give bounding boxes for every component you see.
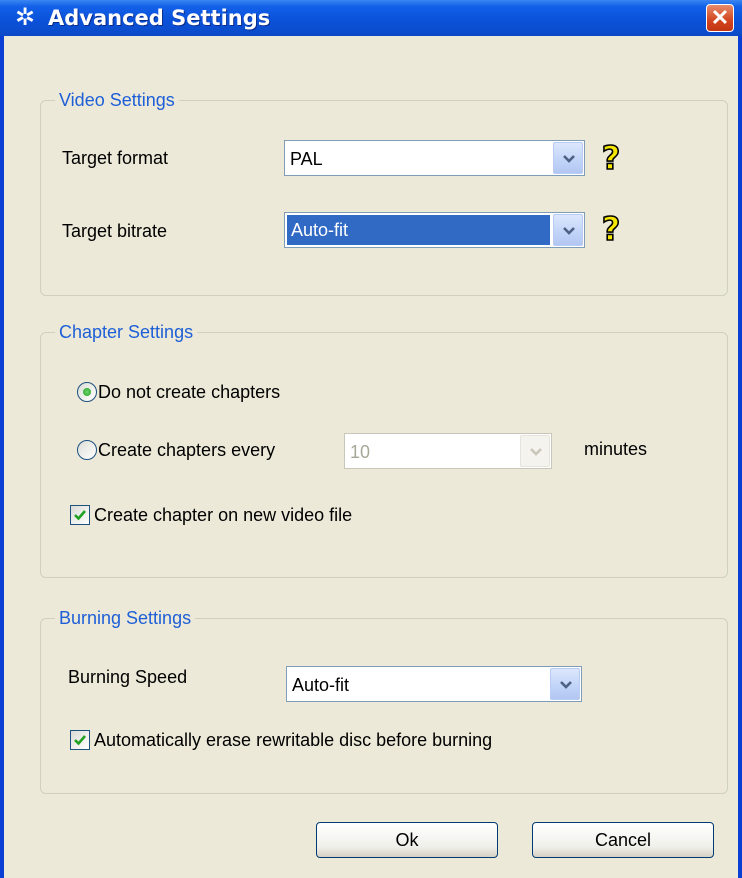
chapters-every-radio[interactable] [77, 440, 97, 460]
auto-erase-checkbox[interactable] [70, 730, 90, 750]
chevron-down-icon [563, 227, 575, 235]
checkmark-icon [74, 510, 86, 521]
burning-settings-group: Burning Settings [40, 606, 728, 794]
dialog-body: Video Settings Target format PAL ? Targe… [4, 36, 738, 878]
chapter-interval-dropdown-arrow[interactable] [520, 435, 550, 467]
target-bitrate-label: Target bitrate [62, 221, 168, 241]
chevron-down-icon [563, 155, 575, 163]
target-format-dropdown-arrow[interactable] [553, 142, 583, 174]
advanced-settings-dialog: ✲ Advanced Settings ✕ Video Settings Tar… [0, 0, 742, 878]
gear-icon: ✲ [14, 4, 36, 31]
chapter-on-new-file-label[interactable]: Create chapter on new video file [94, 504, 352, 526]
video-settings-group: Video Settings [40, 88, 728, 296]
cancel-button[interactable]: Cancel [532, 822, 714, 858]
auto-erase-label[interactable]: Automatically erase rewritable disc befo… [94, 729, 492, 751]
help-icon[interactable]: ? [596, 211, 626, 245]
burning-speed-dropdown[interactable]: Auto-fit [286, 666, 582, 702]
svg-text:?: ? [602, 211, 621, 245]
title-bar[interactable]: ✲ Advanced Settings ✕ [0, 0, 742, 36]
target-format-dropdown[interactable]: PAL [284, 140, 585, 176]
target-bitrate-value: Auto-fit [287, 215, 550, 245]
target-bitrate-dropdown[interactable]: Auto-fit [284, 212, 585, 248]
close-button[interactable]: ✕ [706, 4, 734, 32]
target-format-value: PAL [290, 149, 323, 169]
burning-settings-legend: Burning Settings [55, 606, 196, 630]
help-icon[interactable]: ? [596, 140, 626, 174]
target-bitrate-dropdown-arrow[interactable] [553, 214, 583, 246]
video-settings-legend: Video Settings [55, 88, 179, 112]
chapter-interval-value: 10 [350, 442, 371, 462]
chapter-interval-dropdown[interactable]: 10 [344, 433, 552, 469]
dialog-title: Advanced Settings [48, 6, 271, 30]
chapters-every-label[interactable]: Create chapters every [98, 439, 275, 461]
minutes-label: minutes [584, 439, 648, 459]
ok-button[interactable]: Ok [316, 822, 498, 858]
burning-speed-dropdown-arrow[interactable] [550, 668, 580, 700]
chevron-down-icon [560, 681, 572, 689]
burning-speed-label: Burning Speed [68, 667, 188, 687]
chevron-down-icon [530, 448, 542, 456]
chapter-settings-legend: Chapter Settings [55, 320, 198, 344]
target-format-label: Target format [62, 148, 169, 168]
no-chapters-label[interactable]: Do not create chapters [98, 381, 280, 403]
no-chapters-radio[interactable] [77, 382, 97, 402]
burning-speed-value: Auto-fit [292, 675, 350, 695]
checkmark-icon [74, 735, 86, 746]
svg-text:?: ? [602, 140, 621, 174]
chapter-on-new-file-checkbox[interactable] [70, 505, 90, 525]
